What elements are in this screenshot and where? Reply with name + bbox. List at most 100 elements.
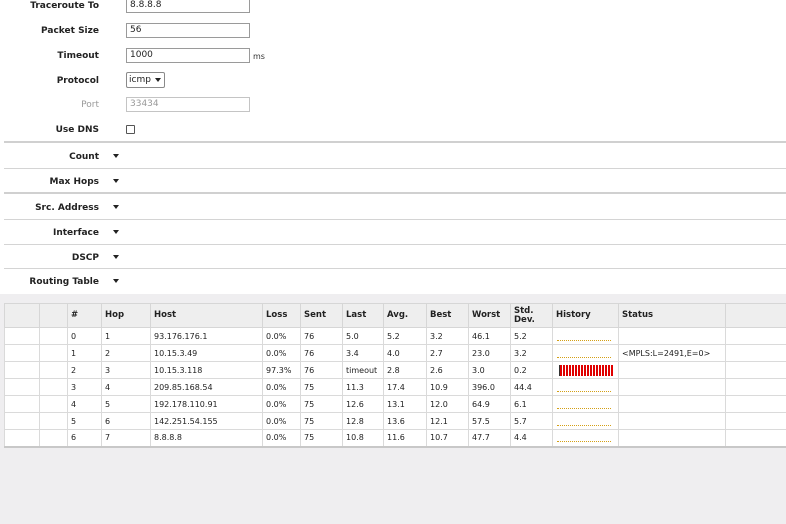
section-max-hops-label: Max Hops bbox=[49, 177, 99, 187]
table-row[interactable]: 6 7 8.8.8.8 0.0% 75 10.8 11.6 10.7 47.7 4.4 bbox=[4, 429, 786, 448]
col-loss[interactable]: Loss bbox=[262, 303, 301, 328]
cell-status bbox=[618, 361, 726, 379]
row-flags-cell bbox=[39, 327, 68, 345]
section-divider bbox=[4, 192, 786, 194]
cell-num: 3 bbox=[67, 378, 102, 396]
col-std-dev[interactable]: Std. Dev. bbox=[510, 303, 553, 328]
triangle-down-icon[interactable] bbox=[113, 154, 119, 158]
cell-history bbox=[552, 378, 619, 396]
col-worst[interactable]: Worst bbox=[468, 303, 511, 328]
table-row[interactable]: 4 5 192.178.110.91 0.0% 75 12.6 13.1 12.0 64.9 6.… bbox=[4, 395, 786, 413]
cell-host: 10.15.3.49 bbox=[150, 344, 263, 362]
row-select-cell[interactable] bbox=[4, 412, 40, 430]
cell-num: 4 bbox=[67, 395, 102, 413]
cell-best: 2.6 bbox=[426, 361, 469, 379]
cell-loss: 0.0% bbox=[262, 344, 301, 362]
cell-last: 5.0 bbox=[342, 327, 384, 345]
col-host[interactable]: Host bbox=[150, 303, 263, 328]
row-select-cell[interactable] bbox=[4, 361, 40, 379]
cell-avg: 11.6 bbox=[383, 429, 427, 448]
history-graph bbox=[556, 347, 615, 360]
history-ok-line bbox=[557, 339, 611, 341]
cell-host: 192.178.110.91 bbox=[150, 395, 263, 413]
cell-filler bbox=[725, 412, 786, 430]
col-hop[interactable]: Hop bbox=[101, 303, 151, 328]
table-row[interactable]: 2 3 10.15.3.118 97.3% 76 timeout 2.8 2.6 3.0 0.2 bbox=[4, 361, 786, 379]
cell-loss: 0.0% bbox=[262, 327, 301, 345]
history-graph bbox=[556, 431, 615, 444]
col-flags[interactable] bbox=[39, 303, 68, 328]
history-graph bbox=[556, 415, 615, 428]
use-dns-checkbox[interactable] bbox=[126, 125, 135, 134]
cell-sent: 76 bbox=[300, 361, 343, 379]
protocol-select[interactable]: icmp bbox=[126, 72, 165, 88]
cell-history bbox=[552, 395, 619, 413]
packet-size-label: Packet Size bbox=[41, 26, 99, 36]
triangle-down-icon[interactable] bbox=[113, 179, 119, 183]
history-graph bbox=[556, 364, 615, 377]
cell-filler bbox=[725, 429, 786, 448]
col-select[interactable] bbox=[4, 303, 40, 328]
cell-num: 5 bbox=[67, 412, 102, 430]
cell-history bbox=[552, 327, 619, 345]
table-row[interactable]: 1 2 10.15.3.49 0.0% 76 3.4 4.0 2.7 23.0 3.2 <MPLS:… bbox=[4, 344, 786, 362]
triangle-down-icon[interactable] bbox=[113, 205, 119, 209]
timeout-unit: ms bbox=[253, 52, 265, 61]
cell-avg: 2.8 bbox=[383, 361, 427, 379]
cell-std-dev: 5.2 bbox=[510, 327, 553, 345]
cell-sent: 76 bbox=[300, 344, 343, 362]
row-flags-cell bbox=[39, 412, 68, 430]
table-row[interactable]: 0 1 93.176.176.1 0.0% 76 5.0 5.2 3.2 46.1 5.2 bbox=[4, 327, 786, 345]
row-select-cell[interactable] bbox=[4, 395, 40, 413]
col-num[interactable]: # bbox=[67, 303, 102, 328]
row-select-cell[interactable] bbox=[4, 327, 40, 345]
col-status[interactable]: Status bbox=[618, 303, 726, 328]
triangle-down-icon[interactable] bbox=[113, 255, 119, 259]
section-divider bbox=[4, 141, 786, 143]
cell-worst: 23.0 bbox=[468, 344, 511, 362]
packet-size-input[interactable]: 56 bbox=[126, 23, 250, 38]
row-select-cell[interactable] bbox=[4, 378, 40, 396]
col-avg[interactable]: Avg. bbox=[383, 303, 427, 328]
triangle-down-icon[interactable] bbox=[113, 230, 119, 234]
cell-avg: 4.0 bbox=[383, 344, 427, 362]
cell-num: 2 bbox=[67, 361, 102, 379]
triangle-down-icon[interactable] bbox=[113, 279, 119, 283]
cell-worst: 396.0 bbox=[468, 378, 511, 396]
cell-best: 3.2 bbox=[426, 327, 469, 345]
cell-sent: 75 bbox=[300, 378, 343, 396]
cell-worst: 64.9 bbox=[468, 395, 511, 413]
table-row[interactable]: 5 6 142.251.54.155 0.0% 75 12.8 13.6 12.1 57.5 5.… bbox=[4, 412, 786, 430]
port-input[interactable]: 33434 bbox=[126, 97, 250, 112]
cell-best: 10.9 bbox=[426, 378, 469, 396]
cell-host: 8.8.8.8 bbox=[150, 429, 263, 448]
traceroute-to-input[interactable]: 8.8.8.8 bbox=[126, 0, 250, 13]
section-src-address-label: Src. Address bbox=[35, 203, 99, 213]
cell-history bbox=[552, 429, 619, 448]
cell-num: 0 bbox=[67, 327, 102, 345]
section-divider bbox=[4, 168, 786, 169]
cell-sent: 75 bbox=[300, 412, 343, 430]
cell-status: <MPLS:L=2491,E=0> bbox=[618, 344, 726, 362]
cell-host: 142.251.54.155 bbox=[150, 412, 263, 430]
col-history[interactable]: History bbox=[552, 303, 619, 328]
cell-avg: 13.6 bbox=[383, 412, 427, 430]
history-loss-bars bbox=[559, 364, 613, 376]
chevron-down-icon bbox=[155, 78, 161, 82]
history-ok-line bbox=[557, 407, 611, 409]
cell-host: 209.85.168.54 bbox=[150, 378, 263, 396]
traceroute-form: Traceroute To 8.8.8.8 Packet Size 56 Tim… bbox=[0, 0, 786, 294]
cell-filler bbox=[725, 344, 786, 362]
table-row[interactable]: 3 4 209.85.168.54 0.0% 75 11.3 17.4 10.9 396.0 44… bbox=[4, 378, 786, 396]
cell-loss: 0.0% bbox=[262, 395, 301, 413]
row-flags-cell bbox=[39, 361, 68, 379]
row-select-cell[interactable] bbox=[4, 344, 40, 362]
timeout-input[interactable]: 1000 bbox=[126, 48, 250, 63]
col-best[interactable]: Best bbox=[426, 303, 469, 328]
col-last[interactable]: Last bbox=[342, 303, 384, 328]
row-select-cell[interactable] bbox=[4, 429, 40, 448]
cell-hop: 2 bbox=[101, 344, 151, 362]
cell-hop: 1 bbox=[101, 327, 151, 345]
col-sent[interactable]: Sent bbox=[300, 303, 343, 328]
cell-sent: 75 bbox=[300, 429, 343, 448]
